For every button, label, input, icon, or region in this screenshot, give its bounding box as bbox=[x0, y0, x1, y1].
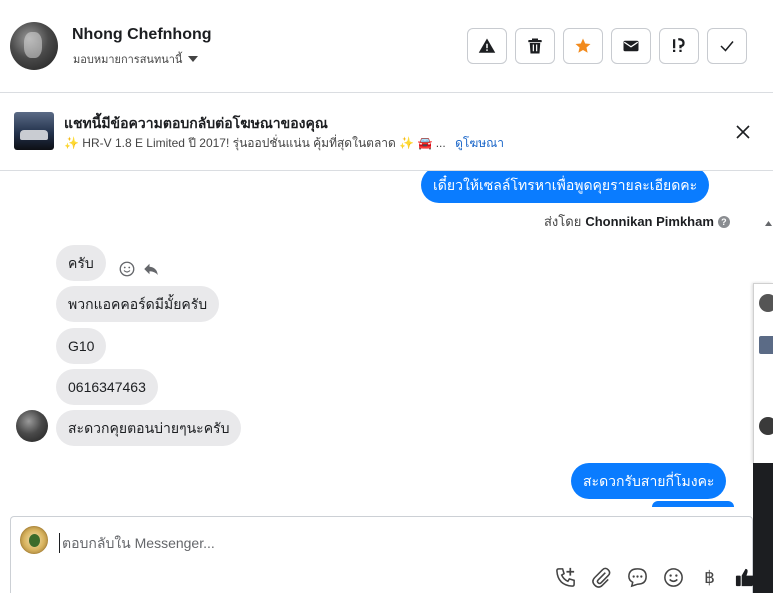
avatar[interactable] bbox=[10, 22, 58, 70]
follow-up-button[interactable] bbox=[659, 28, 699, 64]
ad-banner-description: ✨ HR-V 1.8 E Limited ปี 2017! รุ่นออปชั่… bbox=[64, 134, 504, 153]
help-icon[interactable]: ? bbox=[717, 215, 730, 228]
reply-input[interactable] bbox=[59, 533, 699, 553]
incoming-message[interactable]: 0616347463 bbox=[56, 369, 158, 405]
page-avatar bbox=[20, 526, 48, 554]
close-icon[interactable] bbox=[734, 123, 752, 141]
mark-unread-button[interactable] bbox=[611, 28, 651, 64]
star-button[interactable] bbox=[563, 28, 603, 64]
attachment-icon[interactable] bbox=[590, 566, 613, 589]
contact-name[interactable]: Nhong Chefnhong bbox=[72, 26, 212, 44]
report-spam-button[interactable] bbox=[467, 28, 507, 64]
ad-description-text: ✨ HR-V 1.8 E Limited ปี 2017! รุ่นออปชั่… bbox=[64, 136, 446, 150]
reply-icon[interactable] bbox=[142, 260, 160, 278]
incoming-message[interactable]: พวกแอคคอร์ดมีมั้ยครับ bbox=[56, 286, 220, 322]
outgoing-message-partial bbox=[652, 501, 734, 507]
checkmark-icon bbox=[720, 41, 734, 52]
saved-replies-icon[interactable] bbox=[626, 566, 649, 589]
mark-done-button[interactable] bbox=[707, 28, 747, 64]
ad-banner-title: แชทนี้มีข้อความตอบกลับต่อโฆษณาของคุณ bbox=[64, 115, 328, 131]
ad-thumbnail[interactable] bbox=[759, 336, 773, 354]
view-ad-link[interactable]: ดูโฆษณา bbox=[455, 136, 504, 150]
avatar[interactable] bbox=[759, 417, 773, 435]
conversation-header: Nhong Chefnhong มอบหมายการสนทนานี้ bbox=[0, 0, 773, 93]
thumbs-up-icon[interactable] bbox=[734, 566, 757, 589]
sender-avatar[interactable] bbox=[16, 410, 48, 442]
reply-composer: ฿ bbox=[10, 516, 755, 593]
assign-conversation-dropdown[interactable]: มอบหมายการสนทนานี้ bbox=[73, 50, 199, 68]
delete-button[interactable] bbox=[515, 28, 555, 64]
envelope-icon bbox=[623, 40, 639, 52]
side-panel-edge[interactable] bbox=[753, 283, 773, 463]
outgoing-message[interactable]: เดี๋ยวให้เซลล์โทรหาเพื่อพูดคุยรายละเอียด… bbox=[421, 171, 710, 203]
sent-by-prefix: ส่งโดย bbox=[544, 214, 582, 229]
avatar[interactable] bbox=[759, 294, 773, 312]
caret-down-icon bbox=[188, 56, 199, 62]
emoji-icon[interactable] bbox=[662, 566, 685, 589]
composer-tools: ฿ bbox=[554, 566, 757, 589]
trash-icon bbox=[528, 38, 542, 54]
message-list[interactable]: เดี๋ยวให้เซลล์โทรหาเพื่อพูดคุยรายละเอียด… bbox=[0, 171, 773, 516]
messenger-conversation: Nhong Chefnhong มอบหมายการสนทนานี้ แชทนี… bbox=[0, 0, 773, 593]
ad-thumbnail[interactable] bbox=[14, 112, 54, 150]
scroll-up-arrow-icon[interactable] bbox=[764, 171, 773, 283]
warning-icon bbox=[478, 38, 496, 53]
follow-up-icon bbox=[673, 38, 685, 52]
incoming-message[interactable]: G10 bbox=[56, 328, 107, 364]
header-actions bbox=[467, 28, 747, 64]
call-add-icon[interactable] bbox=[554, 566, 577, 589]
incoming-message[interactable]: สะดวกคุยตอนบ่ายๆนะครับ bbox=[56, 410, 242, 446]
sent-by-label: ส่งโดย Chonnikan Pimkham ? bbox=[544, 211, 730, 232]
ad-reply-banner: แชทนี้มีข้อความตอบกลับต่อโฆษณาของคุณ ✨ H… bbox=[0, 93, 773, 171]
incoming-message[interactable]: ครับ bbox=[56, 245, 106, 281]
outgoing-message[interactable]: สะดวกรับสายกี่โมงคะ bbox=[571, 463, 727, 499]
emoji-react-icon[interactable] bbox=[118, 260, 136, 278]
star-icon bbox=[575, 38, 591, 53]
sent-by-name: Chonnikan Pimkham bbox=[585, 214, 714, 229]
payment-icon[interactable]: ฿ bbox=[698, 566, 721, 589]
assign-label: มอบหมายการสนทนานี้ bbox=[73, 54, 183, 66]
